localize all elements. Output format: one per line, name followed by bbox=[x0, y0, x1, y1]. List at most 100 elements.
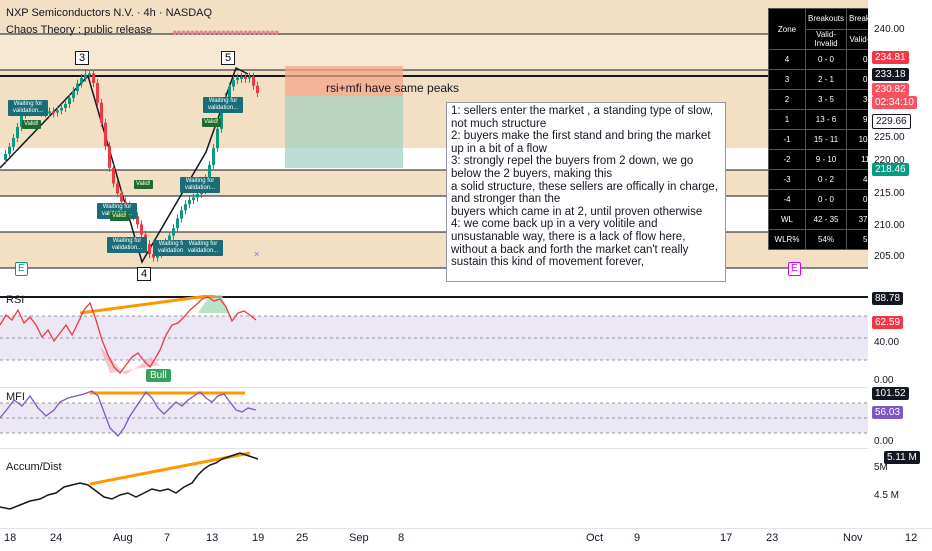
price-tag-current: 230.82 bbox=[872, 83, 909, 96]
validation-waiting-label: Waiting for validation... bbox=[107, 237, 147, 253]
wave-label-3: 3 bbox=[75, 51, 90, 65]
table-cell: 4 bbox=[768, 49, 806, 70]
table-header: Breakouts bbox=[804, 8, 848, 30]
annotation-rsi-mfi[interactable]: rsi+mfi have same peaks bbox=[326, 81, 459, 95]
time-tick: Nov bbox=[843, 532, 863, 544]
price-tick: 205.00 bbox=[874, 251, 905, 262]
validation-waiting-label: Waiting for validation... bbox=[203, 97, 243, 113]
table-cell: WL bbox=[768, 209, 806, 230]
note-line: without a back and forth the market can'… bbox=[451, 243, 689, 269]
table-cell: -4 bbox=[768, 189, 806, 210]
candle bbox=[52, 111, 55, 114]
mfi-high-tag: 101.52 bbox=[872, 387, 909, 400]
candle bbox=[4, 153, 7, 160]
mfi-tick: 0.00 bbox=[874, 436, 894, 447]
candle bbox=[12, 137, 15, 147]
candle bbox=[96, 82, 99, 103]
signal-dots: ●●●●●●●●●●●●●●●●●●●●●●●● bbox=[172, 27, 279, 37]
validation-waiting-label: Waiting for validation... bbox=[180, 177, 220, 193]
price-tick: 240.00 bbox=[874, 24, 905, 35]
table-cell: 0 - 0 bbox=[804, 189, 848, 210]
wave-label-5: 5 bbox=[221, 51, 236, 65]
mfi-value-tag: 56.03 bbox=[872, 406, 904, 419]
validation-valid-label: Valid! bbox=[134, 180, 153, 189]
candle bbox=[76, 83, 79, 91]
candle bbox=[172, 228, 175, 236]
validation-waiting-label: Waiting for validation... bbox=[183, 240, 223, 256]
rsi-pane[interactable]: RSI bbox=[0, 294, 868, 387]
mfi-pane[interactable]: MFI bbox=[0, 387, 868, 448]
table-cell: 0 - 0 bbox=[804, 49, 848, 70]
price-tick: 225.00 bbox=[874, 132, 905, 143]
candle bbox=[92, 73, 95, 83]
note-line: 1: sellers enter the market , a standing… bbox=[451, 105, 714, 130]
note-line: 3: strongly repel the buyers from 2 down… bbox=[451, 155, 694, 180]
candle bbox=[196, 194, 199, 198]
candle bbox=[112, 167, 115, 184]
table-cell: 3 - 5 bbox=[804, 89, 848, 110]
wave-label-4: 4 bbox=[137, 267, 152, 281]
accum-dist-pane[interactable]: Accum/Dist bbox=[0, 448, 868, 529]
time-tick: 9 bbox=[634, 532, 641, 544]
time-tick: 25 bbox=[296, 532, 309, 544]
accum-tick: 4.5 M bbox=[874, 490, 900, 501]
table-header: Zone bbox=[768, 8, 806, 50]
indicator-title[interactable]: Chaos Theory : public release bbox=[6, 24, 152, 36]
mfi-label[interactable]: MFI bbox=[6, 391, 25, 403]
candle bbox=[192, 197, 195, 201]
candle bbox=[48, 111, 51, 114]
candle bbox=[88, 73, 91, 76]
time-tick: 17 bbox=[720, 532, 733, 544]
validation-valid-label: Valid! bbox=[202, 118, 221, 127]
table-cell: 1 bbox=[768, 109, 806, 130]
table-cell: 2 bbox=[768, 89, 806, 110]
table-cell: -1 bbox=[768, 129, 806, 150]
candle bbox=[176, 218, 179, 229]
candle bbox=[68, 98, 71, 104]
candle bbox=[120, 193, 123, 202]
table-cell: 13 - 6 bbox=[804, 109, 848, 130]
table-cell: 9 - 10 bbox=[804, 149, 848, 170]
symbol-title[interactable]: NXP Semiconductors N.V. · 4h · NASDAQ bbox=[6, 7, 212, 19]
candle bbox=[80, 77, 83, 84]
candle bbox=[72, 90, 75, 99]
accum-dist-label[interactable]: Accum/Dist bbox=[6, 461, 62, 473]
earnings-badge-green[interactable]: E bbox=[15, 262, 28, 276]
time-axis[interactable] bbox=[0, 528, 932, 551]
price-pane[interactable]: × NXP Semiconductors N.V. · 4h · NASDAQ … bbox=[0, 0, 868, 295]
table-cell: 2 - 1 bbox=[804, 69, 848, 90]
validation-valid-label: Valid! bbox=[22, 120, 41, 129]
price-tag-low: 229.66 bbox=[872, 114, 911, 129]
time-tick: Sep bbox=[349, 532, 369, 544]
table-cell: 15 - 11 bbox=[804, 129, 848, 150]
time-tick: 8 bbox=[398, 532, 405, 544]
note-line: buyers which came in at 2, until proven … bbox=[451, 205, 703, 218]
candle bbox=[84, 74, 87, 78]
candle bbox=[256, 85, 259, 93]
analysis-note[interactable]: 1: sellers enter the market , a standing… bbox=[446, 102, 726, 282]
table-cell: WLR% bbox=[768, 229, 806, 250]
mfi-svg bbox=[0, 390, 868, 437]
candle bbox=[104, 122, 107, 147]
validation-valid-label: Valid! bbox=[110, 212, 129, 221]
candle bbox=[244, 76, 247, 79]
candle bbox=[16, 127, 19, 138]
note-line: 4: we come back up in a very volitile an… bbox=[451, 218, 686, 243]
candle bbox=[184, 204, 187, 211]
rsi-label[interactable]: RSI bbox=[6, 294, 24, 306]
rsi-tick: 40.00 bbox=[874, 337, 900, 348]
candle bbox=[228, 86, 231, 98]
rsi-tick: 0.00 bbox=[874, 375, 894, 386]
earnings-badge-magenta[interactable]: E bbox=[788, 262, 801, 276]
accum-tick: 5M bbox=[874, 462, 888, 473]
time-tick: 19 bbox=[252, 532, 265, 544]
table-cell: 3 bbox=[768, 69, 806, 90]
countdown-tag: 02:34:10 bbox=[872, 96, 917, 109]
candle bbox=[60, 107, 63, 111]
candle bbox=[236, 77, 239, 81]
candle bbox=[148, 244, 151, 255]
table-cell: -2 bbox=[768, 149, 806, 170]
candle bbox=[188, 200, 191, 205]
time-tick: 7 bbox=[164, 532, 171, 544]
candle bbox=[216, 128, 219, 149]
